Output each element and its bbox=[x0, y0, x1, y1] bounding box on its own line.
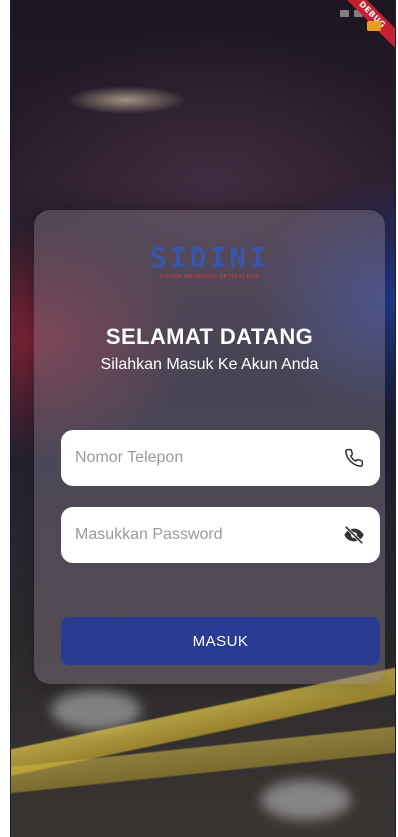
background-detail bbox=[261, 780, 351, 820]
login-button[interactable]: MASUK bbox=[61, 617, 380, 665]
password-input[interactable] bbox=[75, 526, 342, 544]
page-subtitle: Silahkan Masuk Ke Akun Anda bbox=[100, 356, 319, 373]
login-card: SIDINI SISTEM INFORMASI DETEKSI DINI SEL… bbox=[34, 210, 385, 684]
eye-off-icon[interactable] bbox=[342, 523, 366, 547]
phone-field-container bbox=[61, 430, 380, 486]
password-field-container bbox=[61, 507, 380, 563]
phone-input[interactable] bbox=[75, 449, 342, 467]
phone-icon bbox=[342, 446, 366, 470]
debug-badge bbox=[367, 21, 381, 31]
status-bar bbox=[11, 0, 395, 26]
logo-tagline: SISTEM INFORMASI DETEKSI DINI bbox=[159, 274, 260, 280]
logo-wordmark: SIDINI bbox=[149, 241, 270, 274]
page-title: SELAMAT DATANG bbox=[105, 324, 314, 349]
app-screen: DEBUG SIDINI SISTEM INFORMASI DETEKSI DI… bbox=[10, 0, 396, 837]
app-logo: SIDINI SISTEM INFORMASI DETEKSI DINI bbox=[34, 241, 385, 281]
signal-icon bbox=[340, 9, 349, 17]
